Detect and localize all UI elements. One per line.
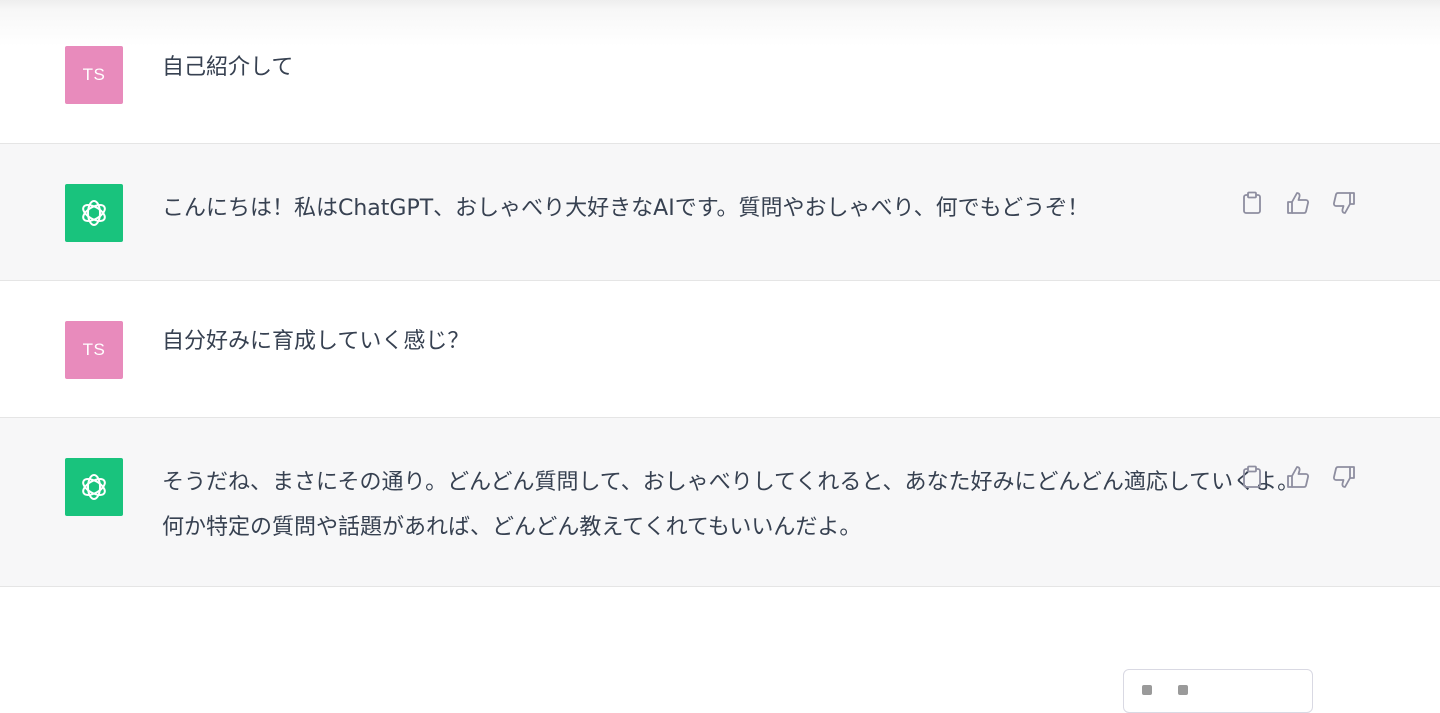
assistant-avatar xyxy=(65,184,123,242)
refresh-icon xyxy=(1142,685,1152,695)
copy-button[interactable] xyxy=(1238,189,1266,217)
message-user: TS 自己紹介して xyxy=(0,0,1440,143)
thumbs-down-icon xyxy=(1332,466,1355,488)
openai-logo-icon xyxy=(82,474,106,500)
thumbs-down-icon xyxy=(1332,192,1355,214)
thumbs-up-icon xyxy=(1287,466,1310,488)
thumbs-up-icon xyxy=(1287,192,1310,214)
message-text: こんにちは！私はChatGPT、おしゃべり大好きなAIです。質問やおしゃべり、何… xyxy=(162,196,1090,221)
message-line: 何か特定の質問や話題があれば、どんどん教えてくれてもいいんだよ。 xyxy=(162,515,862,540)
button-label-fragment xyxy=(1178,685,1188,695)
thumbs-down-button[interactable] xyxy=(1330,463,1358,491)
message-text: そうだね、まさにその通り。どんどん質問して、おしゃべりしてくれると、あなた好みに… xyxy=(162,460,1299,550)
thumbs-down-button[interactable] xyxy=(1330,189,1358,217)
thumbs-up-button[interactable] xyxy=(1284,463,1312,491)
avatar-initials: TS xyxy=(82,65,106,84)
message-actions xyxy=(1238,189,1358,217)
avatar-initials: TS xyxy=(82,340,106,359)
clipboard-icon xyxy=(1243,465,1261,488)
message-assistant: こんにちは！私はChatGPT、おしゃべり大好きなAIです。質問やおしゃべり、何… xyxy=(0,143,1440,281)
user-avatar: TS xyxy=(65,46,123,104)
assistant-avatar xyxy=(65,458,123,516)
message-actions xyxy=(1238,463,1358,491)
message-user: TS 自分好みに育成していく感じ？ xyxy=(0,281,1440,417)
thumbs-up-button[interactable] xyxy=(1284,189,1312,217)
regenerate-button[interactable] xyxy=(1123,669,1313,713)
openai-logo-icon xyxy=(82,200,106,226)
copy-button[interactable] xyxy=(1238,463,1266,491)
clipboard-icon xyxy=(1243,191,1261,214)
message-text: 自分好みに育成していく感じ？ xyxy=(162,329,470,354)
message-assistant: そうだね、まさにその通り。どんどん質問して、おしゃべりしてくれると、あなた好みに… xyxy=(0,417,1440,587)
message-text: 自己紹介して xyxy=(162,55,294,80)
user-avatar: TS xyxy=(65,321,123,379)
message-line: そうだね、まさにその通り。どんどん質問して、おしゃべりしてくれると、あなた好みに… xyxy=(162,470,1300,495)
